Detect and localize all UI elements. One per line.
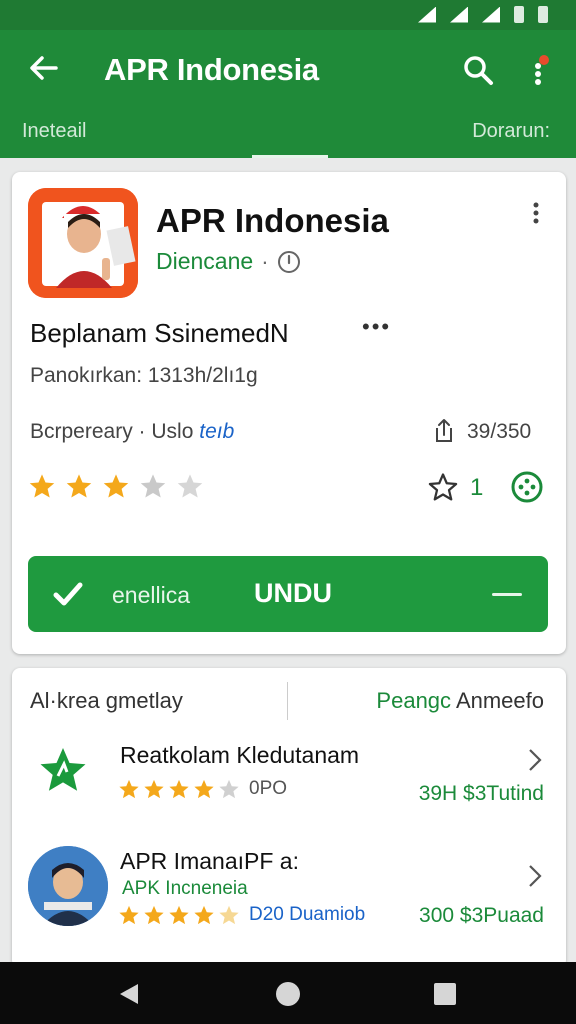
- related-header-right-accent: Peangc: [376, 688, 452, 713]
- star-filled-icon: [29, 474, 55, 498]
- meta-line: Panokırkan: 1313h/2lı1g: [30, 364, 258, 387]
- tab-download[interactable]: Dorarun:: [472, 120, 550, 143]
- subtitle-more-icon[interactable]: •••: [362, 314, 391, 340]
- status-bar: [0, 0, 576, 30]
- star-filled-icon: [194, 905, 214, 925]
- app-bar: APR Indonesia: [0, 30, 576, 110]
- star-half-icon: [219, 905, 239, 925]
- related-apps-card: Al·krea gmetlay Peangc Anmeefo Reatkolam…: [12, 668, 566, 968]
- item-count: 0PO: [249, 778, 288, 799]
- tab-indicator: [252, 155, 328, 158]
- star-empty-icon: [177, 474, 203, 498]
- share-icon[interactable]: [432, 418, 456, 444]
- app-name: APR Indonesia: [156, 202, 389, 239]
- related-header-right-text: Anmeefo: [451, 688, 544, 713]
- meta-link[interactable]: teıb: [199, 420, 234, 443]
- item-title: APR ImanaıPF a:: [120, 848, 299, 874]
- more-options-icon[interactable]: [526, 52, 556, 88]
- star-filled-icon: [66, 474, 92, 498]
- star-filled-icon: [103, 474, 129, 498]
- meta-category: Bcrpereary · Uslo: [30, 420, 194, 443]
- star-filled-icon: [169, 905, 189, 925]
- install-button[interactable]: enellica UNDU: [28, 556, 548, 632]
- item-rating: 0PO: [118, 778, 287, 800]
- info-icon[interactable]: [277, 250, 301, 274]
- item-subtitle: APK Incneneia: [122, 878, 248, 899]
- star-empty-icon: [219, 779, 239, 799]
- star-filled-icon: [144, 779, 164, 799]
- avatar: [28, 846, 108, 926]
- system-nav-bar: [0, 962, 576, 1024]
- star-filled-icon: [144, 905, 164, 925]
- check-icon: [53, 582, 83, 606]
- back-arrow-icon[interactable]: [26, 50, 62, 86]
- related-header-right[interactable]: Peangc Anmeefo: [376, 688, 544, 714]
- item-price: 300 $3Puaad: [419, 904, 544, 927]
- signal-icon: [450, 6, 468, 23]
- signal-icon-2: [482, 6, 500, 23]
- battery-icon: [538, 6, 548, 23]
- star-filled-icon: [169, 779, 189, 799]
- app-subtitle: Beplanam SsinemedN: [30, 318, 289, 348]
- meta-line-2: Bcrpereary · Uslo teıb: [30, 420, 234, 444]
- nav-home-icon[interactable]: [276, 982, 300, 1006]
- tab-detail[interactable]: Ineteail: [22, 120, 87, 143]
- app-detail-card: APR Indonesia Diencane · Beplanam Ssinem…: [12, 172, 566, 654]
- star-app-icon: [40, 748, 86, 791]
- item-title: Reatkolam Kledutanam: [120, 742, 360, 768]
- favorite-count: 1: [470, 474, 484, 501]
- separator: ·: [261, 248, 269, 274]
- nav-recents-icon[interactable]: [434, 983, 456, 1005]
- app-size: 39/350: [467, 420, 532, 443]
- list-item[interactable]: APR ImanaıPF a: APK Incneneia D20 Duamio…: [12, 844, 566, 944]
- app-icon: [28, 188, 138, 298]
- item-price: 39H $3Tutind: [418, 782, 544, 805]
- star-filled-icon: [194, 779, 214, 799]
- minus-icon[interactable]: [492, 593, 522, 596]
- install-secondary-label: enellica: [112, 582, 190, 608]
- item-rating: D20 Duamiob: [118, 904, 365, 926]
- item-count: D20 Duamiob: [249, 904, 366, 925]
- page-title: APR Indonesia: [104, 52, 319, 87]
- star-filled-icon: [119, 905, 139, 925]
- wifi-icon: [418, 6, 436, 23]
- sim-icon: [514, 6, 524, 23]
- related-header-left[interactable]: Al·krea gmetlay: [30, 688, 183, 714]
- nav-back-icon[interactable]: [118, 982, 140, 1006]
- chevron-right-icon[interactable]: [528, 748, 542, 772]
- chevron-right-icon[interactable]: [528, 864, 542, 888]
- install-label: UNDU: [254, 578, 332, 608]
- search-icon[interactable]: [460, 52, 496, 88]
- favorite-star-icon[interactable]: [428, 472, 458, 502]
- star-filled-icon: [119, 779, 139, 799]
- tab-bar: Ineteail Dorarun:: [0, 110, 576, 158]
- options-circle-icon[interactable]: [510, 470, 544, 504]
- divider: [287, 682, 288, 720]
- developer-row: Diencane ·: [156, 248, 301, 275]
- star-empty-icon: [140, 474, 166, 498]
- developer-link[interactable]: Diencane: [156, 248, 253, 275]
- rating-stars: [28, 472, 204, 500]
- card-menu-icon[interactable]: [532, 202, 540, 224]
- list-item[interactable]: Reatkolam Kledutanam 0PO 39H $3Tutind: [12, 738, 566, 818]
